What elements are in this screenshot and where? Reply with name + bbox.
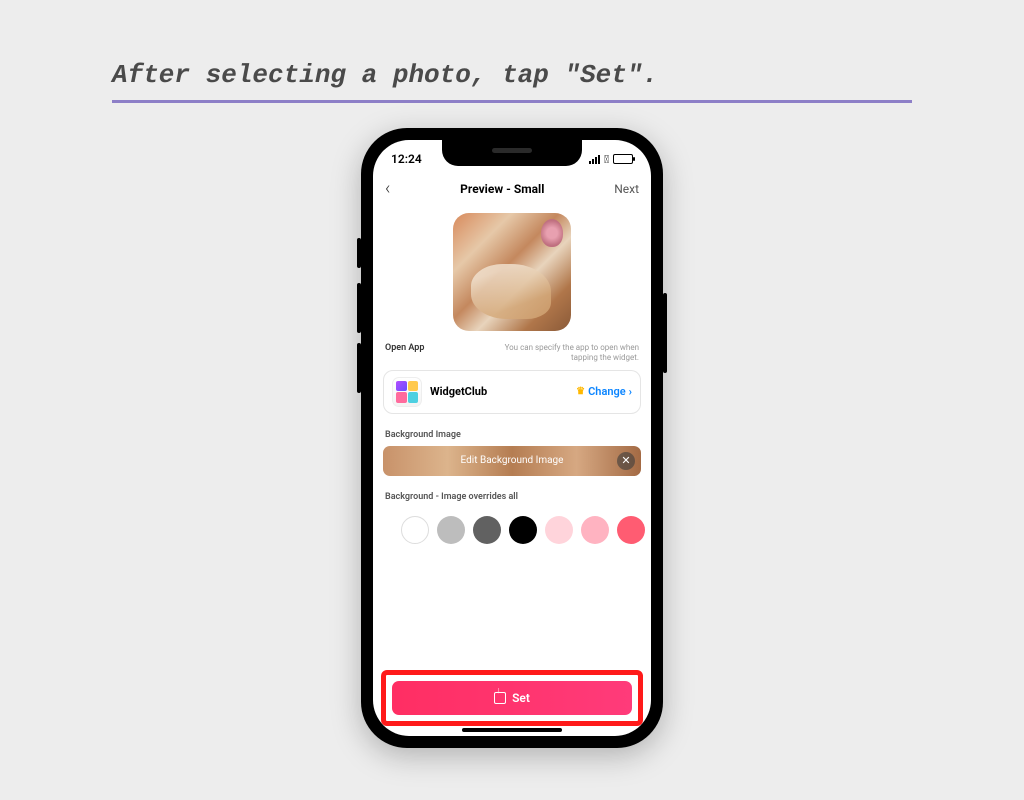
swatch-black[interactable] xyxy=(509,516,537,544)
back-button[interactable]: ‹ xyxy=(385,178,390,199)
open-app-label: Open App xyxy=(385,343,424,353)
instruction-heading: After selecting a photo, tap "Set". xyxy=(0,0,1024,100)
set-button-highlight: Set xyxy=(381,670,643,726)
swatch-pink[interactable] xyxy=(581,516,609,544)
signal-icon xyxy=(589,155,600,164)
swatch-lightpink[interactable] xyxy=(545,516,573,544)
phone-mockup: 12:24 􀙇 ‹ Preview - Small Next Open App … xyxy=(361,128,663,748)
home-indicator xyxy=(462,728,562,732)
bg-override-label: Background - Image overrides all xyxy=(373,476,651,508)
crown-icon: ♛ xyxy=(576,386,585,397)
widget-preview-image xyxy=(453,213,571,331)
chevron-right-icon: › xyxy=(629,385,632,398)
phone-notch xyxy=(442,140,582,166)
nav-title: Preview - Small xyxy=(460,182,544,196)
open-app-hint: You can specify the app to open when tap… xyxy=(489,343,639,364)
next-button[interactable]: Next xyxy=(614,182,639,196)
battery-icon xyxy=(613,154,633,164)
set-button[interactable]: Set xyxy=(392,681,632,715)
wifi-icon: 􀙇 xyxy=(604,153,609,166)
close-icon[interactable]: ✕ xyxy=(617,452,635,470)
swatch-lightgray[interactable] xyxy=(437,516,465,544)
heading-underline xyxy=(112,100,912,103)
color-swatches xyxy=(373,508,651,544)
change-button[interactable]: ♛ Change › xyxy=(576,385,632,398)
swatch-white[interactable] xyxy=(401,516,429,544)
download-icon xyxy=(494,692,506,704)
swatch-darkgray[interactable] xyxy=(473,516,501,544)
edit-bg-image-button[interactable]: Edit Background Image ✕ xyxy=(383,446,641,476)
status-time: 12:24 xyxy=(391,152,422,166)
swatch-red[interactable] xyxy=(617,516,645,544)
nav-bar: ‹ Preview - Small Next xyxy=(373,170,651,207)
app-name: WidgetClub xyxy=(430,385,568,398)
open-app-card[interactable]: WidgetClub ♛ Change › xyxy=(383,370,641,414)
bg-image-label: Background Image xyxy=(373,414,651,446)
app-icon xyxy=(392,377,422,407)
